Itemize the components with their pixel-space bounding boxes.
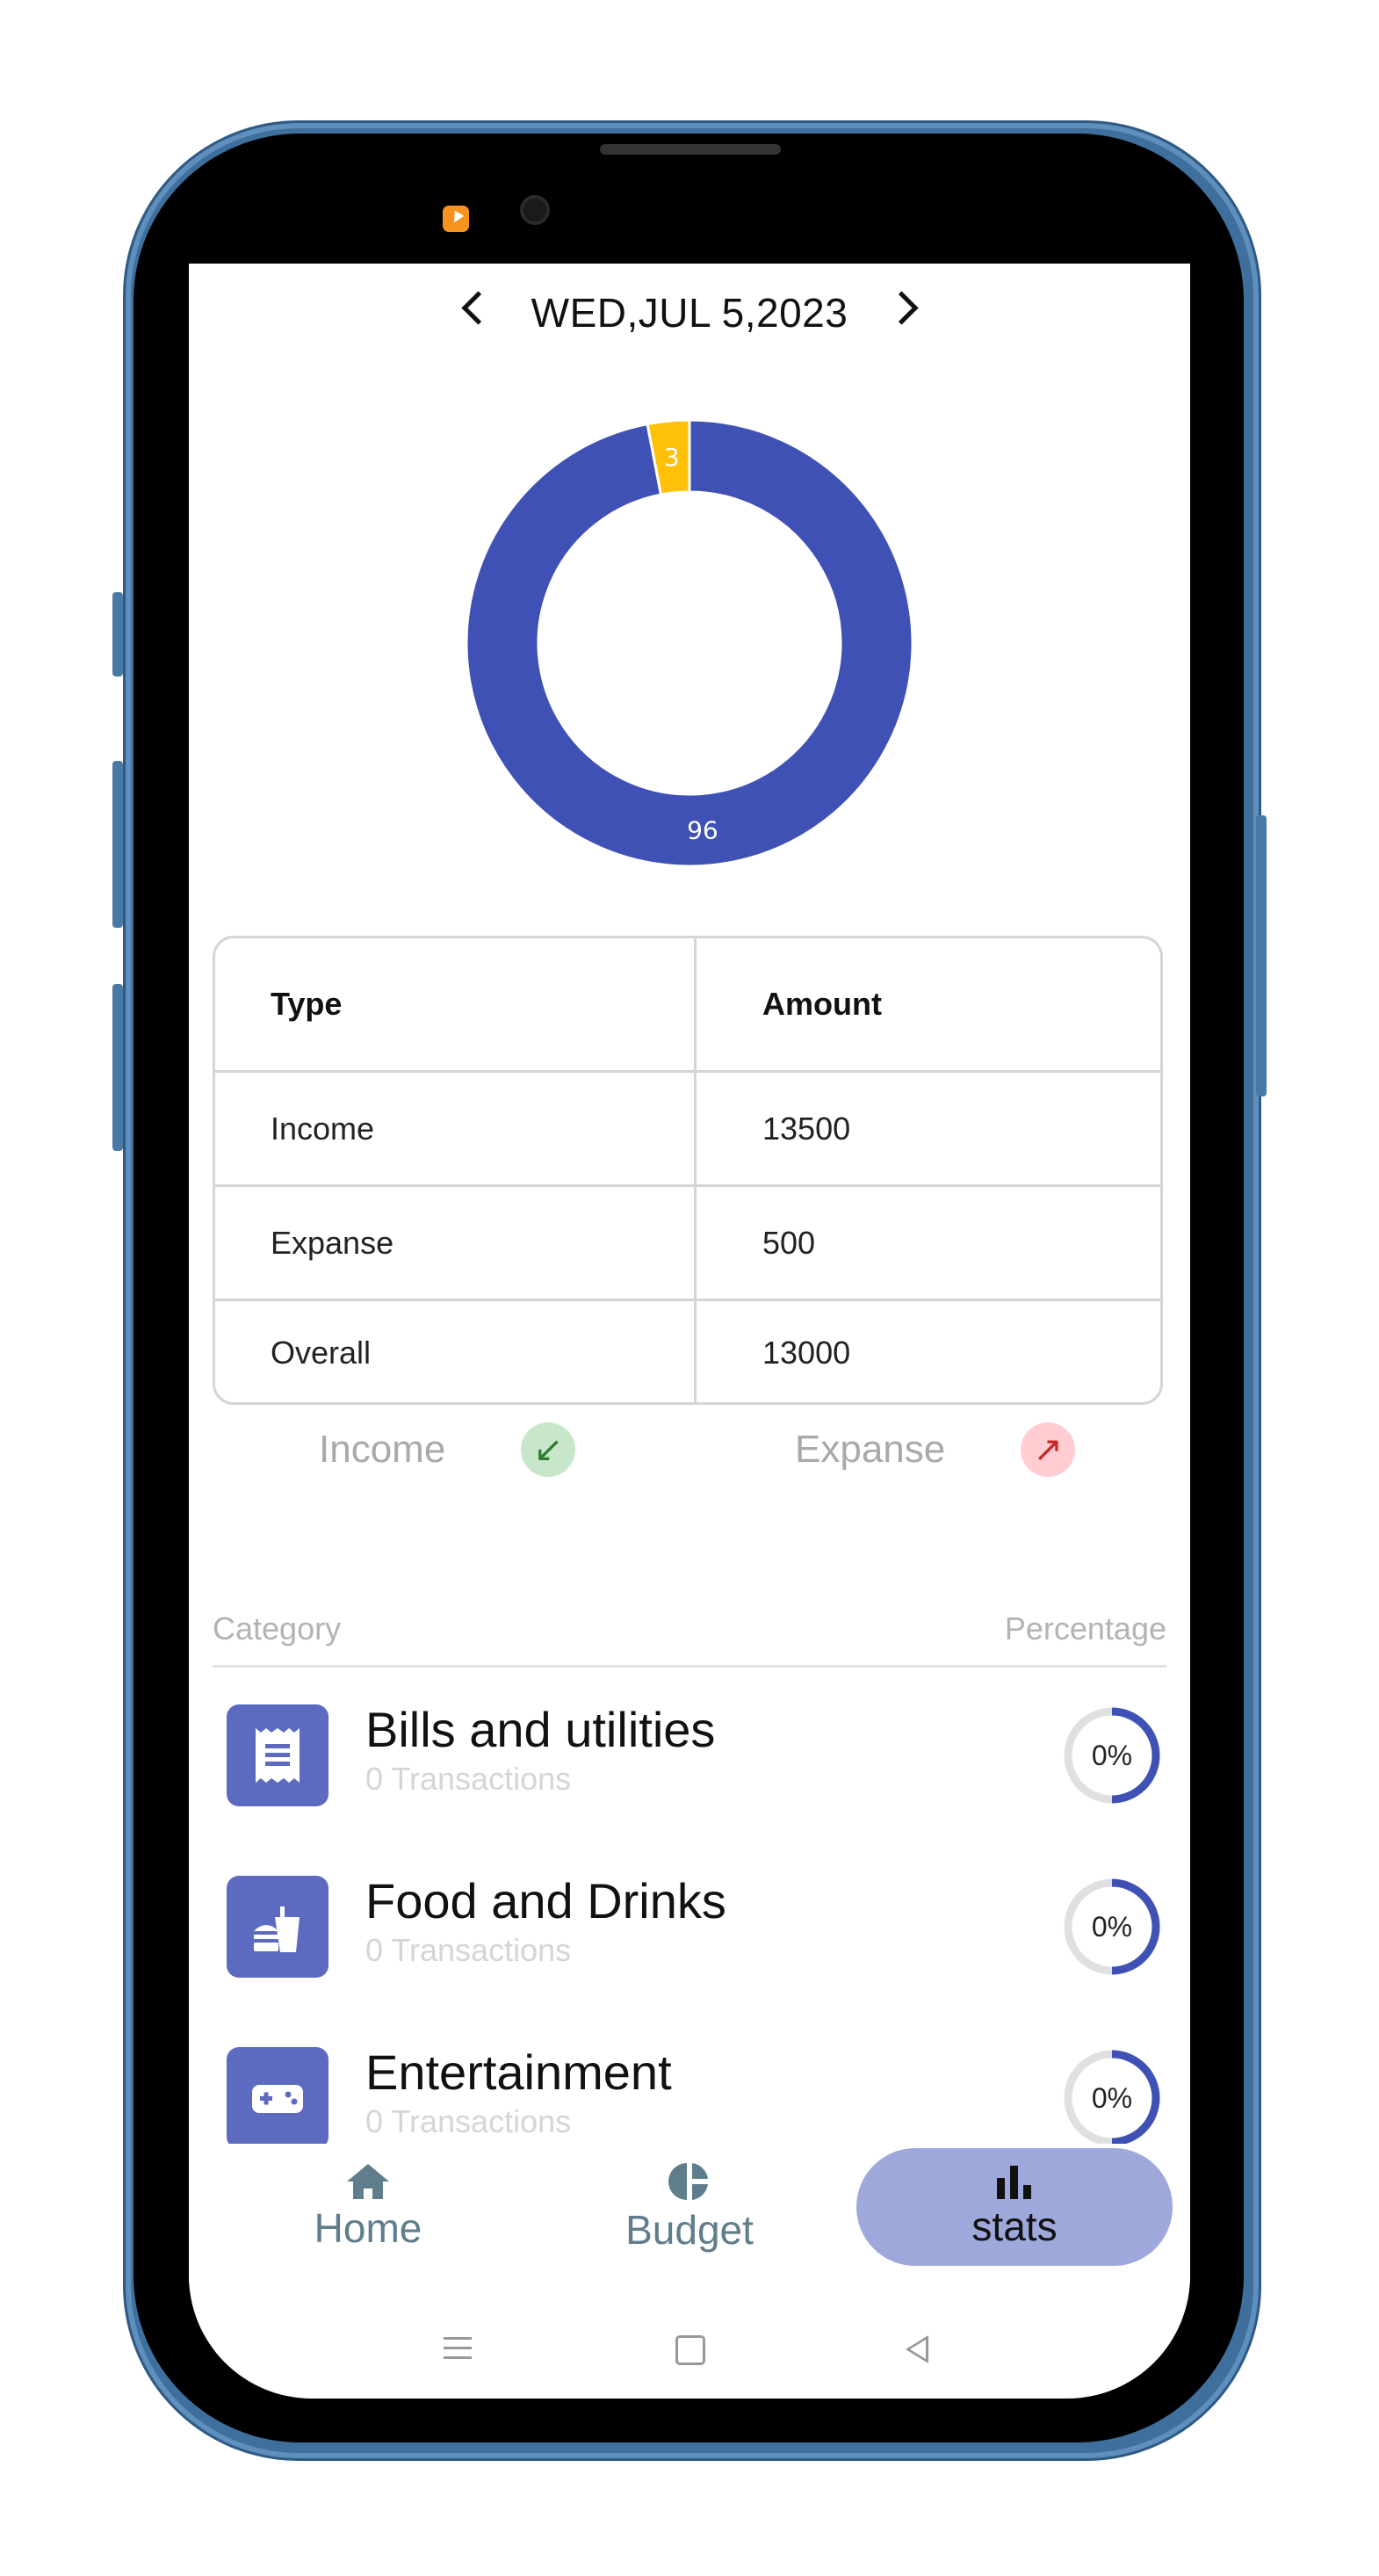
percentage-ring: 0% bbox=[1064, 2050, 1160, 2146]
notification-icon bbox=[443, 206, 469, 232]
nav-budget[interactable]: Budget bbox=[610, 2148, 769, 2266]
nav-budget-label: Budget bbox=[625, 2207, 754, 2253]
percentage-text: 0% bbox=[1092, 2082, 1132, 2114]
category-title: Bills and utilities bbox=[365, 1702, 716, 1757]
table-cell: Overall bbox=[215, 1301, 697, 1402]
donut-slice-income bbox=[465, 418, 914, 868]
category-transactions: 0 Transactions bbox=[365, 1932, 572, 1968]
category-transactions: 0 Transactions bbox=[365, 2103, 572, 2139]
donut-slice-label: 96 bbox=[687, 815, 718, 844]
table-row: Overall 13000 bbox=[215, 1301, 1160, 1402]
date-header: WED,JUL 5,2023 bbox=[189, 286, 1190, 338]
list-item[interactable]: Food and Drinks 0 Transactions 0% bbox=[189, 1873, 1190, 2016]
bottom-navigation: Home Budget stats bbox=[189, 2144, 1190, 2284]
earpiece-speaker bbox=[600, 144, 781, 155]
power-button bbox=[1256, 815, 1267, 1096]
system-navigation-bar bbox=[189, 2302, 1190, 2399]
nav-home-label: Home bbox=[314, 2205, 422, 2251]
table-header-cell: Amount bbox=[762, 986, 882, 1022]
side-button bbox=[112, 984, 123, 1151]
category-list: Bills and utilities 0 Transactions 0% Fo… bbox=[189, 1702, 1190, 2399]
table-cell: 13500 bbox=[762, 1110, 851, 1147]
summary-table: Type Amount Income 13500 Expanse 500 Ove… bbox=[213, 936, 1163, 1405]
arrow-up-right-icon: ↗ bbox=[1021, 1422, 1076, 1477]
percentage-text: 0% bbox=[1092, 1740, 1132, 1771]
category-title: Entertainment bbox=[365, 2044, 672, 2100]
nav-home[interactable]: Home bbox=[291, 2148, 445, 2266]
table-header-row: Type Amount bbox=[215, 938, 1160, 1073]
expanse-toggle[interactable]: Expanse ↗ bbox=[795, 1419, 1076, 1480]
gamepad-icon bbox=[227, 2047, 329, 2149]
list-item[interactable]: Bills and utilities 0 Transactions 0% bbox=[189, 1702, 1190, 1845]
table-cell: Expanse bbox=[215, 1187, 697, 1299]
bar-chart-icon bbox=[997, 2166, 1031, 2199]
category-transactions: 0 Transactions bbox=[365, 1761, 572, 1797]
home-icon bbox=[347, 2164, 389, 2199]
expanse-toggle-label: Expanse bbox=[795, 1428, 946, 1471]
table-cell: Income bbox=[215, 1073, 697, 1184]
system-home-icon[interactable] bbox=[675, 2335, 705, 2365]
category-title: Food and Drinks bbox=[365, 1873, 726, 1928]
nav-stats[interactable]: stats bbox=[856, 2148, 1173, 2266]
fastfood-icon bbox=[227, 1876, 329, 1978]
pie-chart-icon bbox=[668, 2163, 708, 2200]
table-row: Expanse 500 bbox=[215, 1187, 1160, 1301]
percentage-ring: 0% bbox=[1064, 1878, 1160, 1975]
donut-slice-label: 3 bbox=[664, 443, 680, 472]
app-screen: WED,JUL 5,2023 3 96 Type Amount Income 13… bbox=[189, 264, 1190, 2399]
table-header-cell: Type bbox=[215, 938, 697, 1070]
receipt-icon bbox=[227, 1704, 329, 1806]
side-button bbox=[112, 592, 123, 677]
side-button bbox=[112, 761, 123, 928]
income-toggle[interactable]: Income ↙ bbox=[319, 1419, 576, 1480]
table-cell: 13000 bbox=[762, 1335, 851, 1371]
percentage-text: 0% bbox=[1092, 1911, 1132, 1943]
donut-chart: 3 96 bbox=[465, 418, 914, 868]
front-camera bbox=[520, 195, 550, 225]
table-cell: 500 bbox=[762, 1224, 816, 1261]
category-column-label: Category bbox=[213, 1610, 342, 1646]
recent-apps-icon[interactable] bbox=[444, 2337, 472, 2360]
category-list-header: Category Percentage bbox=[213, 1602, 1166, 1668]
system-back-icon[interactable] bbox=[906, 2335, 928, 2363]
percentage-column-label: Percentage bbox=[1004, 1610, 1166, 1646]
income-toggle-label: Income bbox=[319, 1428, 446, 1471]
nav-stats-label: stats bbox=[971, 2203, 1058, 2249]
arrow-down-left-icon: ↙ bbox=[521, 1422, 576, 1477]
date-title: WED,JUL 5,2023 bbox=[531, 290, 848, 336]
percentage-ring: 0% bbox=[1064, 1707, 1160, 1804]
table-row: Income 13500 bbox=[215, 1073, 1160, 1187]
